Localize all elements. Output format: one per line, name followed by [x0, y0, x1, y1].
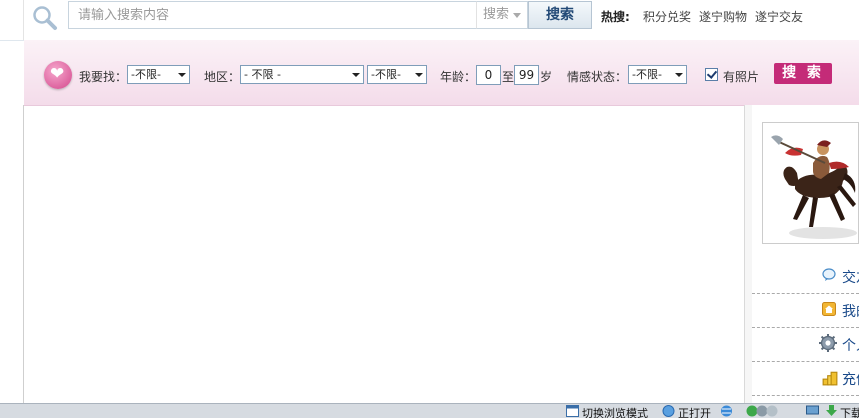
switch-mode-button[interactable]: 切换浏览模式: [582, 405, 648, 418]
has-photo-checkbox[interactable]: [705, 68, 718, 81]
sidebar-item-label: 交友: [842, 270, 859, 286]
chevron-down-icon: [411, 66, 426, 83]
download-button[interactable]: 下载: [840, 405, 859, 418]
heart-icon: ❤: [44, 61, 72, 89]
download-icon: [826, 405, 837, 416]
region-label: 地区：: [204, 70, 241, 84]
age-unit-label: 岁: [540, 70, 553, 84]
looking-for-value: -不限-: [131, 68, 161, 81]
globe-icon: [721, 405, 732, 417]
loading-status: 正打开: [678, 407, 711, 418]
horseman-image: [771, 135, 857, 239]
looking-for-label: 我要找：: [79, 70, 128, 84]
sidebar-item-mine[interactable]: 我的: [752, 293, 859, 328]
sidebar-item-label: 我的: [842, 304, 859, 320]
window-mode-icon: [566, 405, 579, 417]
chevron-down-icon: [174, 66, 189, 83]
chevron-down-icon: [513, 13, 521, 18]
age-to-label: 至: [502, 70, 515, 84]
gear-icon: [819, 334, 837, 352]
home-icon: [822, 302, 836, 316]
chat-bubble-icon: [822, 268, 836, 281]
city-select[interactable]: -不限-: [367, 65, 427, 84]
emotion-value: -不限-: [632, 68, 662, 81]
hot-link[interactable]: 遂宁交友: [755, 8, 803, 25]
sidebar-item-recharge[interactable]: 充值: [752, 361, 859, 396]
has-photo-label: 有照片: [723, 70, 760, 84]
hot-link[interactable]: 积分兑奖: [643, 8, 691, 25]
sidebar-item-personal[interactable]: 个人: [752, 327, 859, 362]
toggle-icon[interactable]: [746, 405, 778, 417]
sidebar-item-label: 个人: [842, 338, 859, 354]
search-type-dropdown[interactable]: 搜索: [476, 1, 528, 29]
sidebar-item-label: 充值: [842, 372, 859, 388]
region-select[interactable]: - 不限 -: [240, 65, 364, 84]
top-search-bar: 搜索 搜索 热搜: 积分兑奖 遂宁购物 遂宁交友: [0, 0, 859, 41]
filter-search-button[interactable]: 搜 索: [774, 63, 832, 84]
avatar[interactable]: [762, 122, 859, 244]
hot-link[interactable]: 遂宁购物: [699, 8, 747, 25]
left-divider: [23, 0, 24, 40]
search-type-label: 搜索: [483, 7, 510, 22]
age-label: 年龄：: [440, 70, 477, 84]
looking-for-select[interactable]: -不限-: [127, 65, 190, 84]
coins-icon: [822, 371, 838, 386]
hot-search-label: 热搜:: [601, 10, 630, 24]
content-left-border: [23, 105, 24, 403]
city-value: -不限-: [371, 68, 401, 81]
browser-status-bar: 切换浏览模式 正打开 下载: [0, 403, 859, 418]
age-max-input[interactable]: 99: [514, 65, 539, 85]
search-button[interactable]: 搜索: [528, 1, 592, 29]
emotion-select[interactable]: -不限-: [628, 65, 687, 84]
chevron-down-icon: [671, 66, 686, 83]
sidebar-item-dating[interactable]: 交友: [752, 259, 859, 294]
chevron-down-icon: [348, 66, 363, 83]
search-icon[interactable]: [32, 5, 58, 31]
region-value: - 不限 -: [244, 68, 281, 81]
age-min-input[interactable]: 0: [476, 65, 501, 85]
search-input[interactable]: [68, 1, 476, 29]
emotion-label: 情感状态：: [567, 70, 628, 84]
ie-icon: [662, 405, 675, 417]
screen-icon: [806, 405, 819, 415]
